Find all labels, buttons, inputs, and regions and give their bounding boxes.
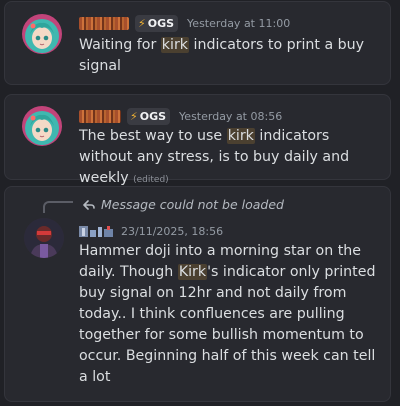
message-card[interactable]: Message could not be loaded 23/11/2025, … bbox=[4, 186, 391, 402]
username-blurred[interactable] bbox=[79, 16, 129, 30]
reply-arrow-icon bbox=[83, 199, 95, 210]
chat-page: ⚡ OGS Yesterday at 11:00 Waiting for kir… bbox=[0, 0, 400, 406]
clan-tag[interactable]: ⚡ OGS bbox=[127, 107, 171, 125]
message-text: 's indicator only printed buy signal on … bbox=[79, 264, 376, 385]
reply-text: Message could not be loaded bbox=[101, 197, 284, 212]
reply-connector bbox=[43, 201, 73, 213]
search-highlight: kirk bbox=[226, 128, 255, 144]
message-card[interactable]: ⚡ OGS Yesterday at 11:00 Waiting for kir… bbox=[4, 1, 391, 85]
reply-preview[interactable]: Message could not be loaded bbox=[83, 197, 284, 212]
lightning-bolt-icon: ⚡ bbox=[130, 109, 138, 123]
message-content: The best way to use kirk indicators with… bbox=[79, 126, 380, 191]
avatar[interactable] bbox=[24, 218, 64, 258]
message-content: Waiting for kirk indicators to print a b… bbox=[79, 35, 380, 77]
username-blurred[interactable] bbox=[79, 109, 121, 123]
message-card[interactable]: ⚡ OGS Yesterday at 08:56 The best way to… bbox=[4, 94, 391, 186]
tag-label: OGS bbox=[147, 16, 175, 30]
search-highlight: kirk bbox=[160, 37, 190, 53]
tag-label: OGS bbox=[139, 109, 167, 123]
username-blurred[interactable] bbox=[79, 225, 115, 238]
message-timestamp: Yesterday at 11:00 bbox=[187, 16, 291, 30]
search-highlight: Kirk bbox=[177, 264, 208, 280]
message-timestamp: 23/11/2025, 18:56 bbox=[121, 224, 224, 238]
message-text: Waiting for bbox=[79, 37, 161, 53]
lightning-bolt-icon: ⚡ bbox=[138, 16, 146, 30]
avatar[interactable] bbox=[22, 14, 62, 54]
edited-label: (edited) bbox=[133, 175, 169, 185]
avatar[interactable] bbox=[22, 106, 62, 146]
message-text: The best way to use bbox=[79, 128, 227, 144]
message-content: Hammer doji into a morning star on the d… bbox=[79, 241, 380, 388]
message-timestamp: Yesterday at 08:56 bbox=[179, 109, 283, 123]
clan-tag[interactable]: ⚡ OGS bbox=[135, 14, 179, 32]
